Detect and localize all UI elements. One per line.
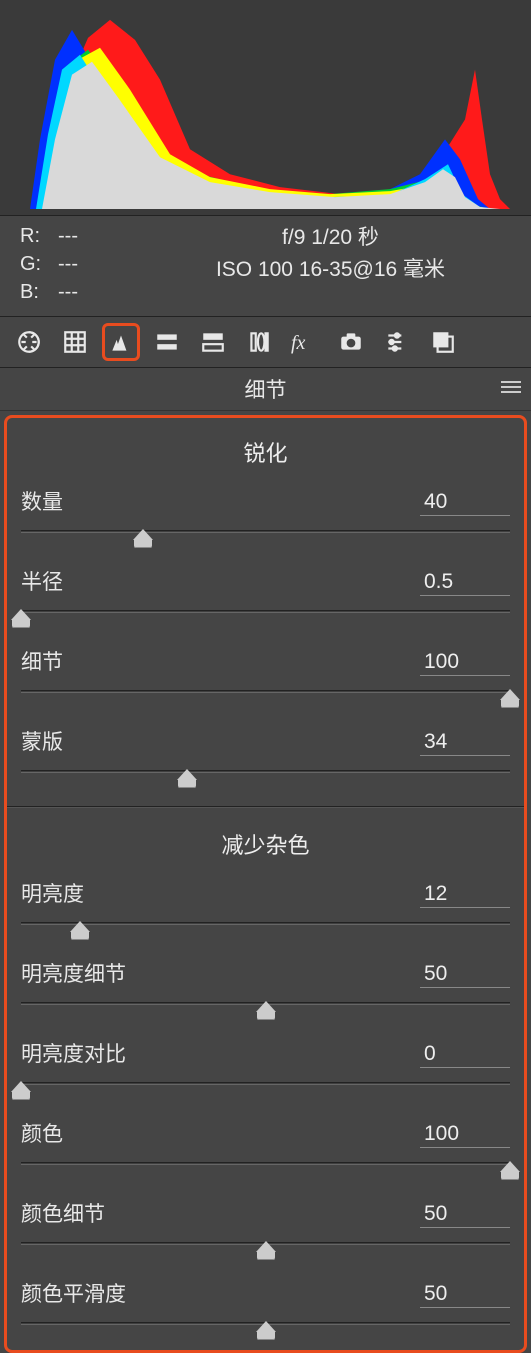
slider-mask-label: 蒙版 [21, 726, 63, 756]
slider-amount-label: 数量 [21, 486, 63, 516]
slider-color-label: 颜色 [21, 1118, 63, 1148]
slider-luminance-label: 明亮度 [21, 878, 84, 908]
histogram-svg [0, 0, 531, 215]
slider-color-value[interactable]: 100 [420, 1122, 510, 1148]
section-noise-title: 减少杂色 [21, 828, 510, 860]
detail-panel: 锐化 数量 40 半径 0.5 细节 100 蒙版 34 减少杂色 明亮度 [4, 415, 527, 1353]
slider-luminance: 明亮度 12 [21, 878, 510, 934]
svg-text:fx: fx [291, 332, 306, 354]
slider-radius-label: 半径 [21, 566, 63, 596]
slider-lumcontrast-value[interactable]: 0 [420, 1042, 510, 1068]
slider-radius-value[interactable]: 0.5 [420, 570, 510, 596]
slider-detail-value[interactable]: 100 [420, 650, 510, 676]
tab-splittone[interactable] [194, 323, 232, 361]
g-value: --- [58, 250, 78, 278]
b-label: B: [20, 278, 58, 306]
section-divider [7, 806, 524, 808]
panel-title: 细节 [245, 374, 287, 404]
tab-lenscorr[interactable] [240, 323, 278, 361]
slider-colorsmooth-track[interactable] [21, 1312, 510, 1334]
slider-lumdetail-value[interactable]: 50 [420, 962, 510, 988]
section-sharpen-title: 锐化 [21, 436, 510, 468]
slider-detail-track[interactable] [21, 680, 510, 702]
panel-menu-icon[interactable] [501, 377, 521, 401]
tab-effects[interactable]: fx [286, 323, 324, 361]
slider-colordetail-track[interactable] [21, 1232, 510, 1254]
tab-snapshots[interactable] [424, 323, 462, 361]
tab-detail[interactable] [102, 323, 140, 361]
panel-title-bar: 细节 [0, 368, 531, 411]
r-label: R: [20, 222, 58, 250]
tab-presets[interactable] [378, 323, 416, 361]
tab-hslgray[interactable] [148, 323, 186, 361]
histogram [0, 0, 531, 216]
exif-line1: f/9 1/20 秒 [150, 222, 511, 254]
slider-lumdetail: 明亮度细节 50 [21, 958, 510, 1014]
slider-luminance-value[interactable]: 12 [420, 882, 510, 908]
slider-colordetail: 颜色细节 50 [21, 1198, 510, 1254]
slider-radius: 半径 0.5 [21, 566, 510, 622]
slider-detail-label: 细节 [21, 646, 63, 676]
tab-calibration[interactable] [332, 323, 370, 361]
info-bar: R:--- G:--- B:--- f/9 1/20 秒 ISO 100 16-… [0, 216, 531, 317]
slider-color-track[interactable] [21, 1152, 510, 1174]
slider-lumcontrast-track[interactable] [21, 1072, 510, 1094]
g-label: G: [20, 250, 58, 278]
r-value: --- [58, 222, 78, 250]
b-value: --- [58, 278, 78, 306]
slider-lumcontrast-label: 明亮度对比 [21, 1038, 126, 1068]
tab-bar: fx [0, 317, 531, 368]
slider-lumdetail-label: 明亮度细节 [21, 958, 126, 988]
slider-radius-track[interactable] [21, 600, 510, 622]
slider-detail: 细节 100 [21, 646, 510, 702]
tab-tonecurve[interactable] [56, 323, 94, 361]
slider-mask-track[interactable] [21, 760, 510, 782]
slider-luminance-track[interactable] [21, 912, 510, 934]
slider-colorsmooth-label: 颜色平滑度 [21, 1278, 126, 1308]
slider-lumcontrast: 明亮度对比 0 [21, 1038, 510, 1094]
exif-readout: f/9 1/20 秒 ISO 100 16-35@16 毫米 [150, 222, 511, 306]
slider-amount: 数量 40 [21, 486, 510, 542]
slider-colordetail-value[interactable]: 50 [420, 1202, 510, 1228]
exif-line2: ISO 100 16-35@16 毫米 [150, 254, 511, 286]
slider-colorsmooth: 颜色平滑度 50 [21, 1278, 510, 1334]
tab-basic[interactable] [10, 323, 48, 361]
slider-lumdetail-track[interactable] [21, 992, 510, 1014]
slider-colorsmooth-value[interactable]: 50 [420, 1282, 510, 1308]
slider-amount-value[interactable]: 40 [420, 490, 510, 516]
slider-colordetail-label: 颜色细节 [21, 1198, 105, 1228]
slider-amount-track[interactable] [21, 520, 510, 542]
rgb-readout: R:--- G:--- B:--- [20, 222, 150, 306]
slider-mask: 蒙版 34 [21, 726, 510, 782]
slider-mask-value[interactable]: 34 [420, 730, 510, 756]
slider-color: 颜色 100 [21, 1118, 510, 1174]
